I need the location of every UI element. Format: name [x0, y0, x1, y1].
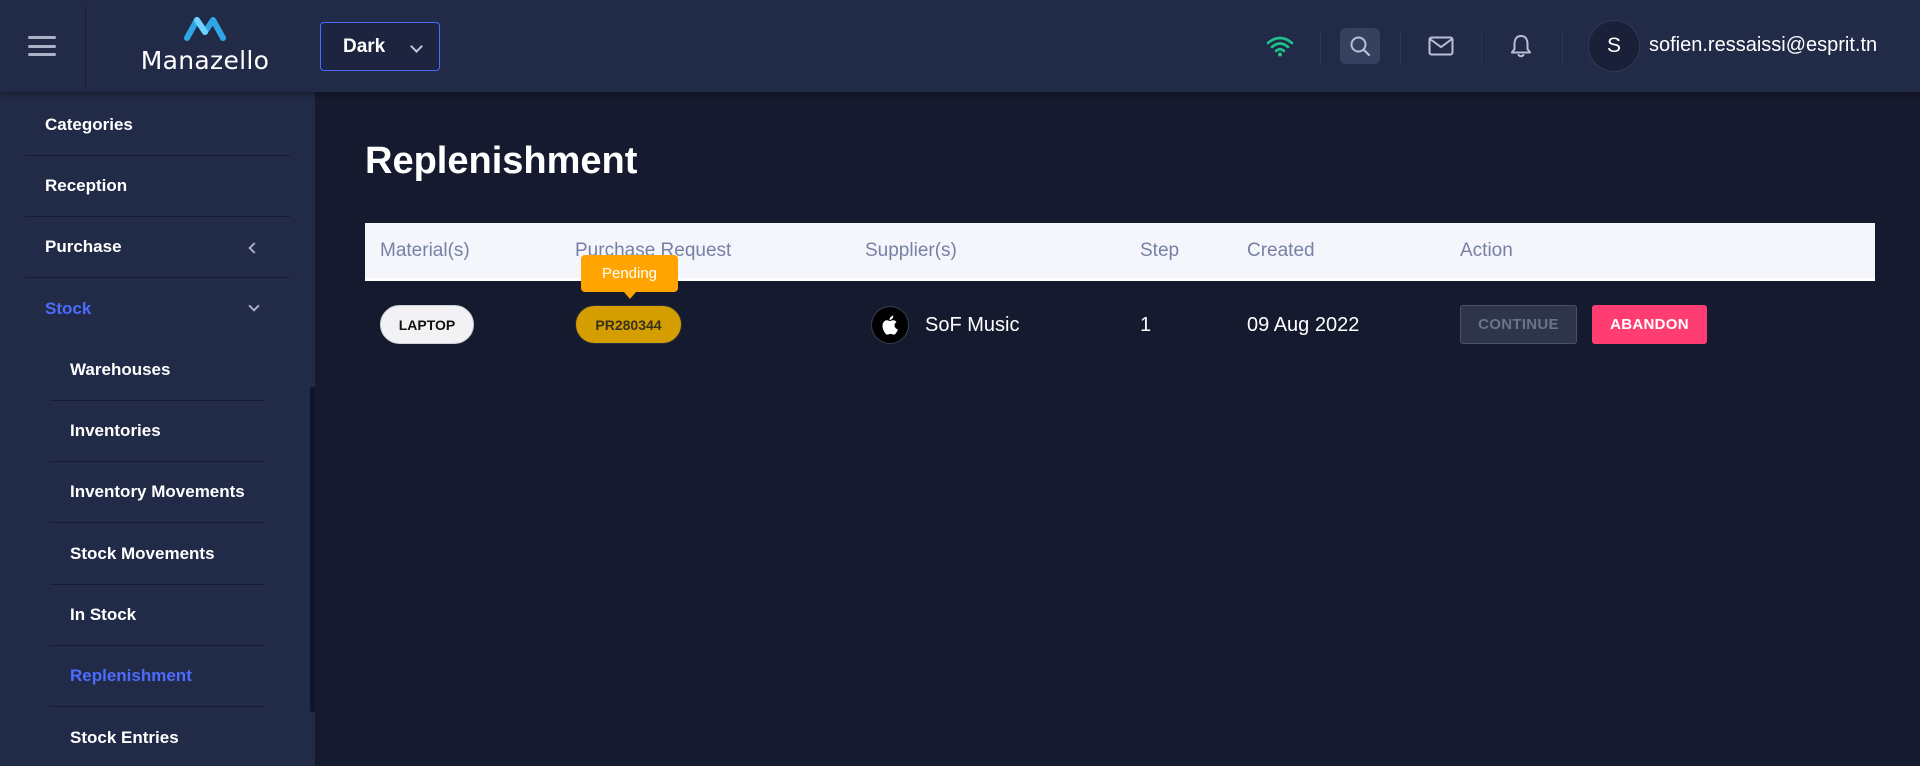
supplier-name: SoF Music: [925, 314, 1020, 336]
sidebar-subitem-warehouses[interactable]: Warehouses: [50, 340, 265, 401]
sidebar-item-label: Inventories: [70, 421, 161, 440]
column-header-created[interactable]: Created: [1247, 240, 1315, 262]
sidebar-subitem-replenishment[interactable]: Replenishment: [50, 646, 265, 707]
theme-select[interactable]: Dark: [320, 22, 440, 71]
abandon-button[interactable]: ABANDON: [1592, 305, 1707, 344]
divider: [1400, 30, 1401, 66]
sidebar-subitem-inventories[interactable]: Inventories: [50, 401, 265, 462]
wifi-icon[interactable]: [1260, 26, 1300, 66]
sidebar-item-label: Inventory Movements: [70, 482, 245, 501]
top-bar: Manazello Dark S sofien.ressaissi@esprit…: [0, 0, 1920, 92]
sidebar: Categories Reception Purchase Stock Ware…: [0, 92, 315, 766]
sidebar-item-stock[interactable]: Stock: [25, 278, 290, 339]
menu-icon[interactable]: [26, 32, 58, 60]
chevron-down-icon: [410, 40, 423, 53]
sidebar-item-label: Warehouses: [70, 360, 171, 379]
chevron-down-icon: [248, 300, 260, 312]
sidebar-subitem-inventory-movements[interactable]: Inventory Movements: [50, 462, 265, 523]
status-tooltip: Pending: [581, 255, 678, 299]
user-email[interactable]: sofien.ressaissi@esprit.tn: [1649, 34, 1877, 57]
sidebar-item-label: Stock: [45, 298, 92, 318]
continue-button[interactable]: CONTINUE: [1460, 305, 1577, 344]
divider: [85, 6, 86, 86]
sidebar-item-purchase[interactable]: Purchase: [25, 217, 290, 278]
material-chip: LAPTOP: [380, 305, 474, 344]
divider: [1320, 30, 1321, 66]
sidebar-item-label: Reception: [45, 176, 128, 195]
sidebar-item-label: In Stock: [70, 605, 137, 624]
sidebar-item-label: Stock Entries: [70, 727, 179, 747]
step-value: 1: [1140, 314, 1152, 336]
sidebar-item-label: Purchase: [45, 237, 122, 256]
mail-icon[interactable]: [1421, 26, 1461, 66]
apple-icon: [871, 306, 909, 344]
brand-logo[interactable]: Manazello: [130, 10, 280, 80]
brand-name: Manazello: [140, 46, 270, 75]
page-title: Replenishment: [365, 140, 638, 182]
column-header-step[interactable]: Step: [1140, 240, 1179, 262]
search-icon[interactable]: [1340, 28, 1380, 64]
chevron-left-icon: [248, 242, 260, 254]
sidebar-subitem-in-stock[interactable]: In Stock: [50, 585, 265, 646]
purchase-request-chip[interactable]: PR280344: [575, 305, 682, 344]
sidebar-item-label: Replenishment: [70, 666, 192, 685]
divider: [1562, 30, 1563, 66]
column-header-materials[interactable]: Material(s): [380, 240, 470, 262]
sidebar-subitem-stock-movements[interactable]: Stock Movements: [50, 524, 265, 585]
sidebar-item-reception[interactable]: Reception: [25, 156, 290, 217]
sidebar-item-label: Categories: [45, 115, 133, 134]
sidebar-item-categories[interactable]: Categories: [25, 95, 290, 156]
sidebar-item-label: Stock Movements: [70, 544, 215, 563]
created-date: 09 Aug 2022: [1247, 314, 1360, 336]
table-row: LAPTOP Pending PR280344 SoF Music 1 09 A…: [365, 255, 1875, 367]
column-header-suppliers[interactable]: Supplier(s): [865, 240, 957, 262]
bell-icon[interactable]: [1501, 26, 1541, 66]
sidebar-subitem-stock-entries[interactable]: Stock Entries: [50, 707, 265, 766]
column-header-action: Action: [1460, 240, 1513, 261]
avatar[interactable]: S: [1588, 20, 1640, 72]
sidebar-scrollbar[interactable]: [310, 387, 315, 712]
divider: [1481, 30, 1482, 66]
logo-mark-icon: [184, 17, 226, 41]
theme-select-value: Dark: [343, 35, 386, 57]
